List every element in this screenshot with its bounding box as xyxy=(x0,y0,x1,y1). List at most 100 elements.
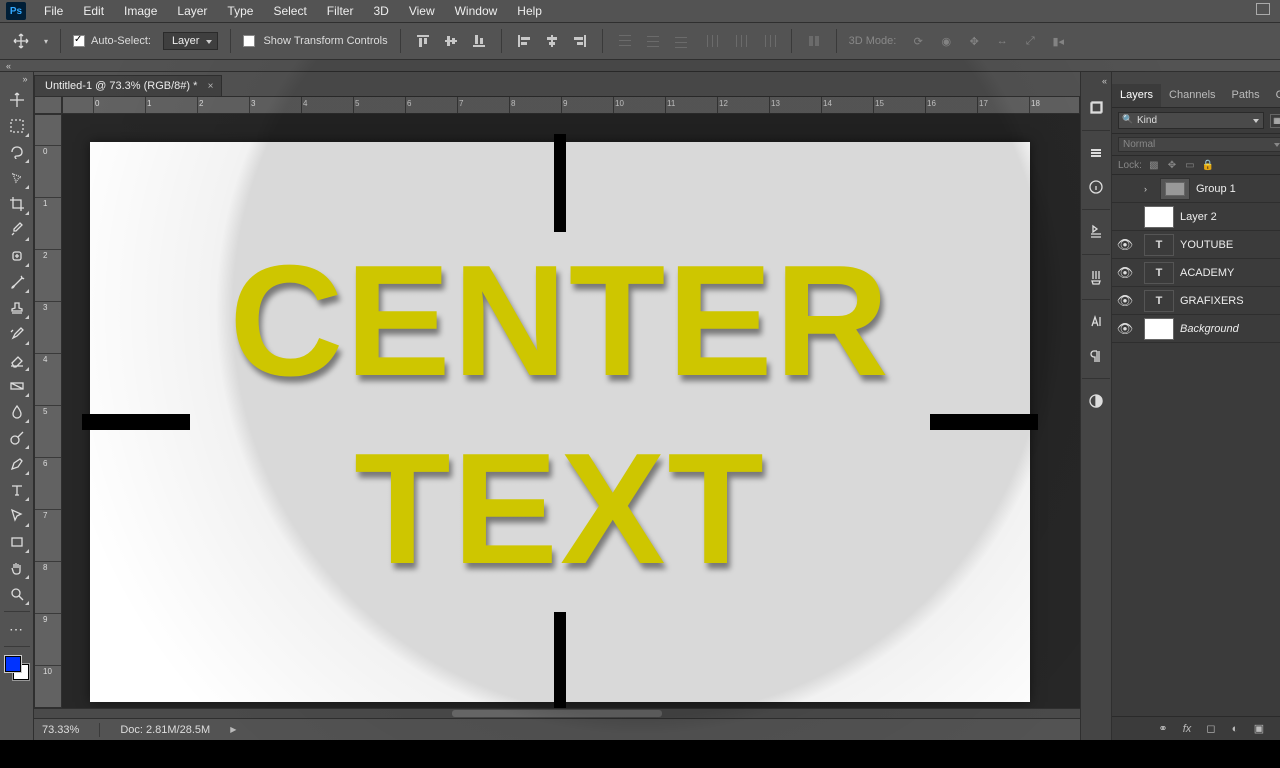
layer-name-label[interactable]: Layer 2 xyxy=(1180,211,1280,223)
3d-slide-icon[interactable]: ↔ xyxy=(992,31,1012,51)
distribute-left-icon[interactable] xyxy=(703,31,723,51)
layer-visibility-icon[interactable]: 👁 xyxy=(1112,265,1138,281)
distribute-hcenter-icon[interactable] xyxy=(731,31,751,51)
layer-name-label[interactable]: GRAFIXERS xyxy=(1180,295,1280,307)
tools-expand-icon[interactable]: » xyxy=(2,74,32,86)
blend-mode-dropdown[interactable]: Normal xyxy=(1118,137,1280,152)
window-restore-icon[interactable] xyxy=(1256,3,1270,15)
menu-select[interactable]: Select xyxy=(263,1,316,21)
layer-row[interactable]: 👁 Layer 2 xyxy=(1112,203,1280,231)
canvas-stage[interactable]: CENTER TEXT xyxy=(62,114,1080,708)
ruler-origin[interactable] xyxy=(34,96,62,114)
layer-visibility-icon[interactable]: 👁 xyxy=(1112,237,1138,253)
eyedropper-tool[interactable] xyxy=(4,218,30,242)
dodge-tool[interactable] xyxy=(4,426,30,450)
3d-orbit-icon[interactable]: ⟳ xyxy=(908,31,928,51)
layer-row[interactable]: 👁 › Group 1 xyxy=(1112,175,1280,203)
pen-tool[interactable] xyxy=(4,452,30,476)
layer-thumbnail[interactable]: T xyxy=(1144,234,1174,256)
distribute-bottom-icon[interactable] xyxy=(671,31,691,51)
align-right-icon[interactable] xyxy=(570,31,590,51)
show-transform-check[interactable]: Show Transform Controls xyxy=(243,35,387,47)
layer-expand-icon[interactable]: › xyxy=(1144,184,1154,194)
menu-3d[interactable]: 3D xyxy=(363,1,398,21)
distribute-right-icon[interactable] xyxy=(759,31,779,51)
align-left-icon[interactable] xyxy=(514,31,534,51)
path-select-tool[interactable] xyxy=(4,504,30,528)
brushes-panel-icon[interactable] xyxy=(1082,263,1110,291)
auto-select-check[interactable]: Auto-Select: xyxy=(73,35,151,47)
layer-row[interactable]: 👁 T ACADEMY xyxy=(1112,259,1280,287)
tab-layers[interactable]: Layers xyxy=(1112,84,1161,107)
hand-tool[interactable] xyxy=(4,556,30,580)
status-doc-size[interactable]: Doc: 2.81M/28.5M xyxy=(120,724,210,736)
layer-visibility-icon[interactable]: 👁 xyxy=(1112,181,1138,197)
distribute-vcenter-icon[interactable] xyxy=(643,31,663,51)
info-panel-icon[interactable] xyxy=(1082,173,1110,201)
align-hcenter-icon[interactable] xyxy=(542,31,562,51)
layer-thumbnail[interactable] xyxy=(1144,206,1174,228)
distribute-top-icon[interactable] xyxy=(615,31,635,51)
auto-select-scope-dropdown[interactable]: Layer xyxy=(163,32,219,50)
properties-panel-icon[interactable] xyxy=(1082,139,1110,167)
tab-color[interactable]: Color xyxy=(1268,84,1280,107)
eraser-tool[interactable] xyxy=(4,348,30,372)
ruler-horizontal[interactable]: 0123456789101112131415161718 xyxy=(62,96,1080,114)
type-tool[interactable] xyxy=(4,478,30,502)
artboard[interactable]: CENTER TEXT xyxy=(90,142,1030,702)
menu-view[interactable]: View xyxy=(399,1,445,21)
adjustments-panel-icon[interactable] xyxy=(1082,387,1110,415)
status-zoom[interactable]: 73.33% xyxy=(42,724,79,736)
layer-name-label[interactable]: ACADEMY xyxy=(1180,267,1280,279)
close-tab-icon[interactable]: × xyxy=(208,81,214,92)
ruler-vertical[interactable]: 012345678910 xyxy=(34,114,62,708)
layer-name-label[interactable]: YOUTUBE xyxy=(1180,239,1280,251)
menu-file[interactable]: File xyxy=(34,1,73,21)
layer-visibility-icon[interactable]: 👁 xyxy=(1112,209,1138,225)
lock-all-icon[interactable]: 🔒 xyxy=(1202,159,1214,171)
brush-tool[interactable] xyxy=(4,270,30,294)
canvas-text-line2[interactable]: TEXT xyxy=(90,430,1030,588)
color-swatches[interactable] xyxy=(4,655,30,681)
3d-roll-icon[interactable]: ◉ xyxy=(936,31,956,51)
zoom-tool[interactable] xyxy=(4,582,30,606)
healing-tool[interactable] xyxy=(4,244,30,268)
lock-position-icon[interactable]: ✥ xyxy=(1166,159,1178,171)
layer-visibility-icon[interactable]: 👁 xyxy=(1112,321,1138,337)
align-top-icon[interactable] xyxy=(413,31,433,51)
layer-row[interactable]: 👁Background🔒 xyxy=(1112,315,1280,343)
filter-pixellayer-icon[interactable]: ▦ xyxy=(1270,114,1280,128)
edit-toolbar-icon[interactable]: ⋯ xyxy=(4,617,30,641)
link-layers-icon[interactable]: ⚭ xyxy=(1156,722,1170,735)
layer-thumbnail[interactable]: T xyxy=(1144,262,1174,284)
menu-edit[interactable]: Edit xyxy=(73,1,114,21)
lock-pixels-icon[interactable]: ▩ xyxy=(1148,159,1160,171)
layer-name-label[interactable]: Background xyxy=(1180,323,1280,335)
layer-filter-kind-dropdown[interactable]: Kind xyxy=(1118,112,1264,129)
menu-type[interactable]: Type xyxy=(217,1,263,21)
marquee-tool[interactable] xyxy=(4,114,30,138)
foreground-color-swatch[interactable] xyxy=(5,656,21,672)
auto-align-icon[interactable] xyxy=(804,31,824,51)
shape-tool[interactable] xyxy=(4,530,30,554)
tab-channels[interactable]: Channels xyxy=(1161,84,1223,107)
layer-mask-icon[interactable]: ◻ xyxy=(1204,722,1218,735)
menu-help[interactable]: Help xyxy=(507,1,552,21)
menu-window[interactable]: Window xyxy=(445,1,508,21)
3d-camera-icon[interactable]: ▮◂ xyxy=(1048,31,1068,51)
layer-thumbnail[interactable] xyxy=(1144,318,1174,340)
align-bottom-icon[interactable] xyxy=(469,31,489,51)
3d-scale-icon[interactable]: ⤢ xyxy=(1020,31,1040,51)
horizontal-scrollbar[interactable] xyxy=(34,708,1080,718)
adjustment-layer-icon[interactable]: ◐ xyxy=(1228,723,1242,735)
menu-layer[interactable]: Layer xyxy=(167,1,217,21)
canvas-text-line1[interactable]: CENTER xyxy=(90,242,1030,400)
history-panel-icon[interactable] xyxy=(1082,94,1110,122)
move-tool[interactable] xyxy=(4,88,30,112)
document-tab[interactable]: Untitled-1 @ 73.3% (RGB/8#) * × xyxy=(34,75,222,96)
rail-expand-icon[interactable]: « xyxy=(1081,76,1111,88)
blur-tool[interactable] xyxy=(4,400,30,424)
layer-name-label[interactable]: Group 1 xyxy=(1196,183,1280,195)
layer-row[interactable]: 👁TGRAFIXERS xyxy=(1112,287,1280,315)
layer-thumbnail[interactable]: T xyxy=(1144,290,1174,312)
